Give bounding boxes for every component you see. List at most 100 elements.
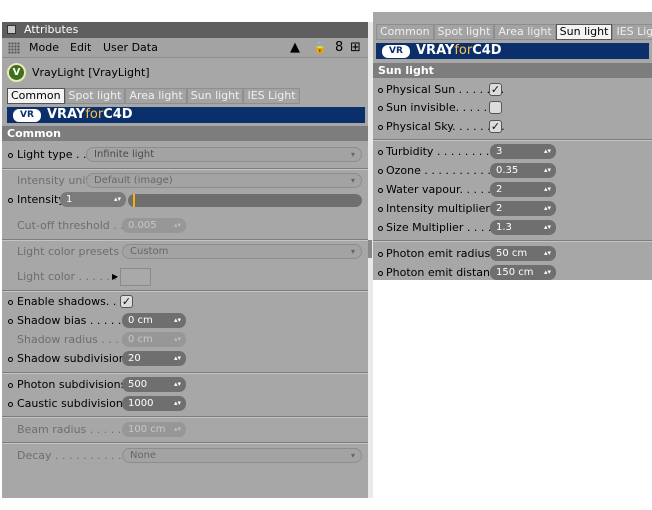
spinner-icon[interactable]: ▴▾ xyxy=(114,192,121,207)
spinner-icon[interactable]: ▴▾ xyxy=(544,220,551,235)
photon-emit-radius-input[interactable]: 50 cm ▴▾ xyxy=(490,246,556,261)
keyframe-dot[interactable] xyxy=(8,198,13,203)
menu-edit[interactable]: Edit xyxy=(70,41,91,54)
shadow-subdivisions-input[interactable]: 20 ▴▾ xyxy=(122,351,186,366)
sun-invisible-checkbox[interactable] xyxy=(489,101,502,114)
spinner-icon[interactable]: ▴▾ xyxy=(174,351,181,366)
turbidity-input[interactable]: 3 ▴▾ xyxy=(490,144,556,159)
cutoff-value: 0.005 xyxy=(128,220,157,231)
light-type-dropdown[interactable]: Infinite light ▾ xyxy=(86,147,362,162)
keyframe-dot[interactable] xyxy=(378,169,383,174)
row-photon-emit-distance: Photon emit distance 150 cm ▴▾ xyxy=(373,264,652,280)
tab-ies-light[interactable]: IES Light xyxy=(612,24,652,40)
physical-sky-checkbox[interactable]: ✓ xyxy=(489,120,502,133)
slider-handle[interactable] xyxy=(133,194,135,207)
spinner-icon[interactable]: ▴▾ xyxy=(174,332,181,347)
size-multiplier-input[interactable]: 1.3 ▴▾ xyxy=(490,220,556,235)
keyframe-dot[interactable] xyxy=(8,402,13,407)
spinner-icon[interactable]: ▴▾ xyxy=(544,144,551,159)
intensity-multiplier-input[interactable]: 2 ▴▾ xyxy=(490,201,556,216)
intensity-units-dropdown[interactable]: Default (image) ▾ xyxy=(86,173,362,188)
keyframe-dot[interactable] xyxy=(8,153,13,158)
photon-subdivisions-label: Photon subdivisions xyxy=(17,378,127,391)
turbidity-label: Turbidity . . . . . . . . . . xyxy=(386,145,504,158)
menu-user-data[interactable]: User Data xyxy=(103,41,158,54)
keyframe-dot[interactable] xyxy=(378,150,383,155)
beam-radius-label: Beam radius . . . . . . . xyxy=(17,423,136,436)
row-size-multiplier: Size Multiplier . . . . . . 1.3 ▴▾ xyxy=(373,219,652,237)
divider xyxy=(373,240,652,242)
keyframe-dot[interactable] xyxy=(8,357,13,362)
physical-sun-label: Physical Sun . . . . . . . xyxy=(386,83,505,96)
spinner-icon[interactable]: ▴▾ xyxy=(174,218,181,233)
lock-icon[interactable]: 🔒 xyxy=(313,40,327,55)
tab-common[interactable]: Common xyxy=(376,24,434,40)
ozone-value: 0.35 xyxy=(496,165,519,176)
divider xyxy=(2,372,368,374)
spinner-icon[interactable]: ▴▾ xyxy=(174,396,181,411)
beam-radius-value: 100 cm xyxy=(128,424,166,435)
keyframe-dot[interactable] xyxy=(378,88,383,93)
tab-spot-light[interactable]: Spot light xyxy=(64,88,126,104)
menu-bar: Mode Edit User Data ▲ 🔒 8 ⊞ xyxy=(2,38,368,58)
menu-mode[interactable]: Mode xyxy=(29,41,59,54)
up-arrow-icon[interactable]: ▲ xyxy=(290,40,300,55)
sun-light-panel: Common Spot light Area light Sun light I… xyxy=(373,12,652,280)
link-icon[interactable]: 8 xyxy=(335,40,343,55)
keyframe-dot[interactable] xyxy=(8,319,13,324)
keyframe-dot[interactable] xyxy=(378,188,383,193)
spinner-icon[interactable]: ▴▾ xyxy=(544,163,551,178)
photon-subdivisions-input[interactable]: 500 ▴▾ xyxy=(122,377,186,392)
grip-icon[interactable] xyxy=(8,42,20,54)
ozone-input[interactable]: 0.35 ▴▾ xyxy=(490,163,556,178)
spinner-icon[interactable]: ▴▾ xyxy=(174,422,181,437)
row-caustic-subdivisions: Caustic subdivisions 1000 ▴▾ xyxy=(2,395,368,413)
tab-sun-light[interactable]: Sun light xyxy=(555,24,613,40)
shadow-bias-input[interactable]: 0 cm ▴▾ xyxy=(122,313,186,328)
keyframe-dot[interactable] xyxy=(378,125,383,130)
row-shadow-radius: Shadow radius . . . . . 0 cm ▴▾ xyxy=(2,331,368,349)
beam-radius-input[interactable]: 100 cm ▴▾ xyxy=(122,422,186,437)
keyframe-dot[interactable] xyxy=(378,271,383,276)
keyframe-dot[interactable] xyxy=(378,207,383,212)
cutoff-label: Cut-off threshold . . xyxy=(17,219,124,232)
shadow-bias-value: 0 cm xyxy=(128,315,153,326)
shadow-radius-input[interactable]: 0 cm ▴▾ xyxy=(122,332,186,347)
spinner-icon[interactable]: ▴▾ xyxy=(544,265,551,280)
spinner-icon[interactable]: ▴▾ xyxy=(544,182,551,197)
new-panel-icon[interactable]: ⊞ xyxy=(350,40,361,55)
intensity-input[interactable]: 1 ▴▾ xyxy=(60,192,126,207)
tab-ies-light[interactable]: IES Light xyxy=(243,88,300,104)
keyframe-dot[interactable] xyxy=(378,106,383,111)
spinner-icon[interactable]: ▴▾ xyxy=(174,377,181,392)
water-vapour-input[interactable]: 2 ▴▾ xyxy=(490,182,556,197)
light-color-swatch[interactable] xyxy=(120,268,151,286)
spinner-icon[interactable]: ▴▾ xyxy=(544,246,551,261)
keyframe-dot[interactable] xyxy=(378,226,383,231)
photon-emit-distance-input[interactable]: 150 cm ▴▾ xyxy=(490,265,556,280)
enable-shadows-checkbox[interactable]: ✓ xyxy=(120,295,133,308)
intensity-slider[interactable] xyxy=(128,194,362,207)
decay-dropdown[interactable]: None ▾ xyxy=(122,448,362,463)
keyframe-dot[interactable] xyxy=(378,252,383,257)
keyframe-dot[interactable] xyxy=(8,300,13,305)
keyframe-dot[interactable] xyxy=(8,383,13,388)
tab-spot-light[interactable]: Spot light xyxy=(433,24,495,40)
splitter-grip-icon[interactable] xyxy=(368,240,372,258)
light-color-presets-dropdown[interactable]: Custom ▾ xyxy=(122,244,362,259)
vray-logo-icon: VR xyxy=(382,45,410,58)
tab-sun-light[interactable]: Sun light xyxy=(186,88,244,104)
row-light-type: Light type . . . Infinite light ▾ xyxy=(2,146,368,164)
section-sun-light-header: Sun light xyxy=(373,63,652,78)
spinner-icon[interactable]: ▴▾ xyxy=(544,201,551,216)
tab-common[interactable]: Common xyxy=(7,88,65,104)
spinner-icon[interactable]: ▴▾ xyxy=(174,313,181,328)
vray-for-text: for xyxy=(454,43,473,58)
tab-area-light[interactable]: Area light xyxy=(125,88,187,104)
physical-sun-checkbox[interactable]: ✓ xyxy=(489,83,502,96)
tab-area-light[interactable]: Area light xyxy=(494,24,556,40)
caustic-subdivisions-input[interactable]: 1000 ▴▾ xyxy=(122,396,186,411)
cutoff-input[interactable]: 0.005 ▴▾ xyxy=(122,218,186,233)
photon-emit-distance-label: Photon emit distance xyxy=(386,266,503,279)
expand-arrow-icon[interactable]: ▶ xyxy=(112,272,118,282)
